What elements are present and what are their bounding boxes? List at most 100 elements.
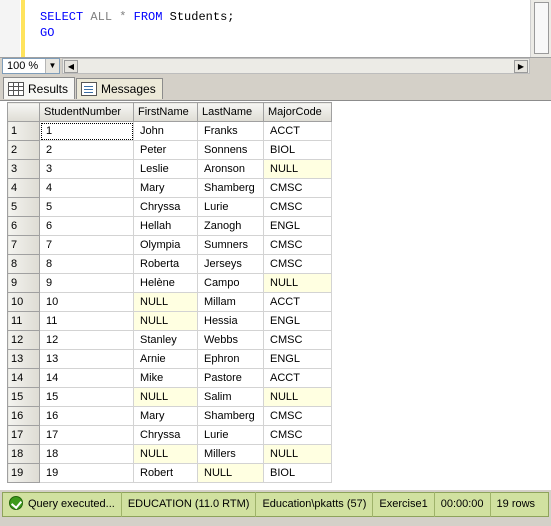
table-row[interactable]: 6 6 Hellah Zanogh ENGL	[7, 216, 332, 236]
row-header[interactable]: 5	[7, 197, 40, 217]
table-row[interactable]: 15 15 NULL Salim NULL	[7, 387, 332, 407]
row-header[interactable]: 11	[7, 311, 40, 331]
cell-last-name[interactable]: Shamberg	[197, 178, 264, 198]
cell-last-name[interactable]: Millam	[197, 292, 264, 312]
cell-student-number[interactable]: 2	[39, 140, 134, 160]
cell-major-code[interactable]: ENGL	[263, 216, 332, 236]
cell-last-name[interactable]: Lurie	[197, 425, 264, 445]
cell-major-code[interactable]: CMSC	[263, 425, 332, 445]
cell-student-number[interactable]: 4	[39, 178, 134, 198]
table-row[interactable]: 17 17 Chryssa Lurie CMSC	[7, 425, 332, 445]
editor-scroll-thumb[interactable]	[534, 2, 549, 54]
cell-first-name[interactable]: John	[133, 121, 198, 141]
cell-student-number[interactable]: 6	[39, 216, 134, 236]
table-row[interactable]: 10 10 NULL Millam ACCT	[7, 292, 332, 312]
cell-student-number[interactable]: 18	[39, 444, 134, 464]
table-row[interactable]: 8 8 Roberta Jerseys CMSC	[7, 254, 332, 274]
table-row[interactable]: 2 2 Peter Sonnens BIOL	[7, 140, 332, 160]
cell-major-code[interactable]: ACCT	[263, 121, 332, 141]
column-header[interactable]: MajorCode	[263, 102, 332, 122]
cell-student-number[interactable]: 19	[39, 463, 134, 483]
cell-student-number[interactable]: 17	[39, 425, 134, 445]
cell-first-name[interactable]: Chryssa	[133, 197, 198, 217]
cell-first-name[interactable]: Mary	[133, 406, 198, 426]
cell-last-name[interactable]: Sonnens	[197, 140, 264, 160]
table-row[interactable]: 7 7 Olympia Sumners CMSC	[7, 235, 332, 255]
tab-results[interactable]: Results	[3, 77, 76, 99]
cell-first-name[interactable]: Arnie	[133, 349, 198, 369]
cell-last-name[interactable]: Ephron	[197, 349, 264, 369]
cell-student-number[interactable]: 10	[39, 292, 134, 312]
editor-horizontal-scrollbar[interactable]: ◀ ▶	[62, 58, 530, 74]
cell-student-number[interactable]: 5	[39, 197, 134, 217]
cell-major-code[interactable]: CMSC	[263, 197, 332, 217]
cell-last-name[interactable]: Franks	[197, 121, 264, 141]
cell-major-code[interactable]: BIOL	[263, 463, 332, 483]
column-header[interactable]: LastName	[197, 102, 264, 122]
cell-last-name[interactable]: Zanogh	[197, 216, 264, 236]
cell-first-name[interactable]: Helène	[133, 273, 198, 293]
cell-last-name[interactable]: Hessia	[197, 311, 264, 331]
cell-last-name[interactable]: Salim	[197, 387, 264, 407]
table-row[interactable]: 18 18 NULL Millers NULL	[7, 444, 332, 464]
cell-student-number[interactable]: 11	[39, 311, 134, 331]
cell-last-name[interactable]: Aronson	[197, 159, 264, 179]
row-header[interactable]: 19	[7, 463, 40, 483]
cell-first-name[interactable]: Robert	[133, 463, 198, 483]
cell-first-name[interactable]: Mike	[133, 368, 198, 388]
cell-first-name[interactable]: NULL	[133, 292, 198, 312]
cell-first-name[interactable]: Peter	[133, 140, 198, 160]
results-pane[interactable]: StudentNumber FirstName LastName MajorCo…	[0, 100, 551, 490]
row-header[interactable]: 6	[7, 216, 40, 236]
cell-major-code[interactable]: NULL	[263, 444, 332, 464]
cell-first-name[interactable]: Olympia	[133, 235, 198, 255]
grid-corner[interactable]	[7, 102, 40, 122]
results-grid[interactable]: StudentNumber FirstName LastName MajorCo…	[7, 102, 332, 483]
cell-first-name[interactable]: Leslie	[133, 159, 198, 179]
scroll-right-icon[interactable]: ▶	[514, 60, 528, 73]
table-row[interactable]: 14 14 Mike Pastore ACCT	[7, 368, 332, 388]
cell-student-number[interactable]: 14	[39, 368, 134, 388]
cell-last-name[interactable]: Millers	[197, 444, 264, 464]
cell-student-number[interactable]: 15	[39, 387, 134, 407]
cell-first-name[interactable]: NULL	[133, 311, 198, 331]
cell-major-code[interactable]: CMSC	[263, 406, 332, 426]
query-editor[interactable]: SELECT ALL * FROM Students; GO	[0, 0, 551, 58]
cell-student-number[interactable]: 12	[39, 330, 134, 350]
scroll-left-icon[interactable]: ◀	[64, 60, 78, 73]
cell-first-name[interactable]: Stanley	[133, 330, 198, 350]
table-row[interactable]: 12 12 Stanley Webbs CMSC	[7, 330, 332, 350]
cell-last-name[interactable]: Lurie	[197, 197, 264, 217]
column-header[interactable]: StudentNumber	[39, 102, 134, 122]
cell-last-name[interactable]: Campo	[197, 273, 264, 293]
cell-first-name[interactable]: NULL	[133, 387, 198, 407]
row-header[interactable]: 10	[7, 292, 40, 312]
sql-code[interactable]: SELECT ALL * FROM Students; GO	[40, 9, 234, 41]
table-row[interactable]: 4 4 Mary Shamberg CMSC	[7, 178, 332, 198]
cell-major-code[interactable]: BIOL	[263, 140, 332, 160]
cell-last-name[interactable]: Sumners	[197, 235, 264, 255]
cell-first-name[interactable]: Roberta	[133, 254, 198, 274]
cell-student-number[interactable]: 8	[39, 254, 134, 274]
cell-major-code[interactable]: CMSC	[263, 178, 332, 198]
row-header[interactable]: 4	[7, 178, 40, 198]
row-header[interactable]: 7	[7, 235, 40, 255]
cell-major-code[interactable]: NULL	[263, 387, 332, 407]
table-row[interactable]: 9 9 Helène Campo NULL	[7, 273, 332, 293]
row-header[interactable]: 15	[7, 387, 40, 407]
table-row[interactable]: 5 5 Chryssa Lurie CMSC	[7, 197, 332, 217]
column-header[interactable]: FirstName	[133, 102, 198, 122]
cell-student-number[interactable]: 13	[39, 349, 134, 369]
row-header[interactable]: 13	[7, 349, 40, 369]
cell-last-name[interactable]: Pastore	[197, 368, 264, 388]
row-header[interactable]: 3	[7, 159, 40, 179]
cell-last-name[interactable]: NULL	[197, 463, 264, 483]
table-row[interactable]: 3 3 Leslie Aronson NULL	[7, 159, 332, 179]
cell-student-number[interactable]: 1	[39, 121, 134, 141]
row-header[interactable]: 14	[7, 368, 40, 388]
cell-student-number[interactable]: 3	[39, 159, 134, 179]
chevron-down-icon[interactable]: ▼	[45, 59, 59, 73]
cell-major-code[interactable]: ENGL	[263, 311, 332, 331]
row-header[interactable]: 17	[7, 425, 40, 445]
row-header[interactable]: 8	[7, 254, 40, 274]
